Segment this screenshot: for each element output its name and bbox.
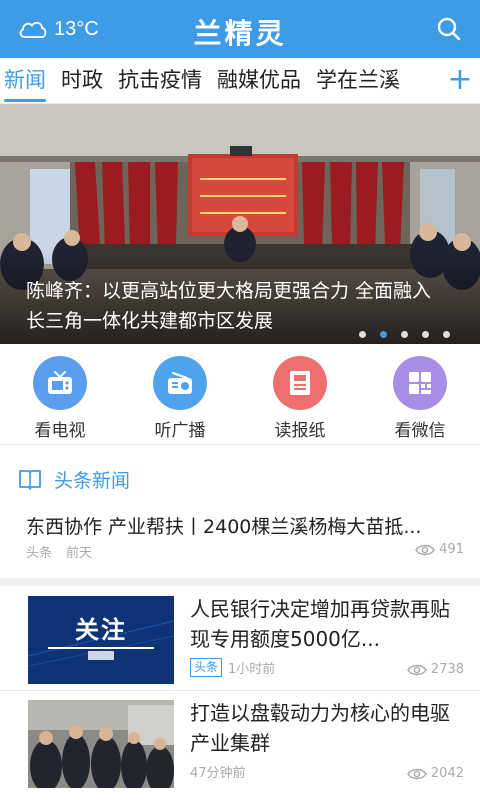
quick-access-bar: 看电视 听广播 读报纸 看微信 (0, 344, 480, 444)
news-title[interactable]: 打造以盘毂动力为核心的电驱产业集群 (190, 698, 458, 758)
banner-caption[interactable]: 陈峰齐：以更高站位更大格局更强合力 全面融入长三角一体化共建都市区发展 (26, 276, 450, 336)
category-tabs: 新闻 时政 抗击疫情 融媒优品 学在兰溪 + (0, 58, 480, 104)
eye-icon (415, 544, 436, 555)
carousel-dot[interactable] (401, 331, 408, 338)
newspaper-icon (273, 356, 327, 410)
read-newspaper-label: 读报纸 (274, 421, 326, 441)
read-newspaper-button[interactable]: 读报纸 (240, 356, 360, 441)
tab-news[interactable]: 新闻 (0, 58, 57, 103)
lead-news-item[interactable]: 东西协作 产业帮扶丨2400棵兰溪杨梅大苗抵... 头条 前天 491 (0, 500, 480, 576)
banner-carousel[interactable]: 陈峰齐：以更高站位更大格局更强合力 全面融入长三角一体化共建都市区发展 (0, 104, 480, 344)
search-icon[interactable] (436, 16, 462, 42)
tab-study-lanxi[interactable]: 学在兰溪 (312, 58, 411, 103)
tv-icon (33, 356, 87, 410)
news-thumbnail[interactable] (28, 700, 174, 788)
carousel-dot[interactable] (359, 331, 366, 338)
section-header: 头条新闻 (18, 464, 130, 494)
listen-radio-button[interactable]: 听广播 (120, 356, 240, 441)
news-thumbnail-image (28, 700, 174, 788)
wechat-grid-icon (393, 356, 447, 410)
eye-icon (407, 768, 427, 779)
tab-epidemic[interactable]: 抗击疫情 (114, 58, 213, 103)
listen-radio-label: 听广播 (154, 421, 206, 441)
news-time: 1小时前 (228, 662, 276, 677)
add-tab-button[interactable]: + (440, 58, 480, 103)
tab-media-products[interactable]: 融媒优品 (213, 58, 312, 103)
view-count-text: 491 (439, 542, 464, 557)
carousel-dot-active[interactable] (380, 331, 387, 338)
view-wechat-button[interactable]: 看微信 (360, 356, 480, 441)
news-time: 47分钟前 (190, 766, 246, 781)
carousel-dot[interactable] (443, 331, 450, 338)
view-wechat-label: 看微信 (394, 421, 446, 441)
carousel-dot[interactable] (422, 331, 429, 338)
app-title: 兰精灵 (193, 17, 287, 50)
tab-fade (404, 58, 444, 103)
tab-list: 新闻 时政 抗击疫情 融媒优品 学在兰溪 (0, 58, 411, 103)
app-header: 13°C 兰精灵 (0, 0, 480, 58)
view-count: 491 (415, 542, 464, 557)
section-title: 头条新闻 (54, 469, 131, 492)
view-count: 2042 (407, 766, 464, 781)
lead-news-meta: 头条 前天 (26, 542, 92, 561)
book-icon (19, 470, 41, 490)
news-meta: 47分钟前 (190, 762, 246, 781)
eye-icon (407, 664, 427, 675)
news-item[interactable]: 打造以盘毂动力为核心的电驱产业集群 47分钟前 2042 (0, 692, 480, 794)
news-item[interactable]: 关注 人民银行决定增加再贷款再贴现专用额度5000亿... 头条 1小时前 27… (0, 588, 480, 690)
news-title[interactable]: 人民银行决定增加再贷款再贴现专用额度5000亿... (190, 594, 458, 654)
tab-politics[interactable]: 时政 (57, 58, 114, 103)
category-label: 头条 (26, 546, 53, 561)
view-count-text: 2042 (430, 766, 464, 781)
divider (0, 690, 480, 691)
time-label: 前天 (66, 546, 93, 561)
carousel-dots (345, 331, 450, 338)
news-meta: 头条 1小时前 (190, 658, 275, 677)
news-thumbnail[interactable]: 关注 (28, 596, 174, 684)
thumbnail-text: 关注 (75, 616, 127, 644)
view-count: 2738 (407, 662, 464, 677)
lead-news-title[interactable]: 东西协作 产业帮扶丨2400棵兰溪杨梅大苗抵... (26, 512, 454, 539)
watch-tv-button[interactable]: 看电视 (0, 356, 120, 441)
watch-tv-label: 看电视 (34, 421, 86, 441)
view-count-text: 2738 (430, 662, 464, 677)
radio-icon (153, 356, 207, 410)
section-gap (0, 578, 480, 586)
news-tag: 头条 (190, 658, 223, 677)
divider (0, 444, 480, 445)
